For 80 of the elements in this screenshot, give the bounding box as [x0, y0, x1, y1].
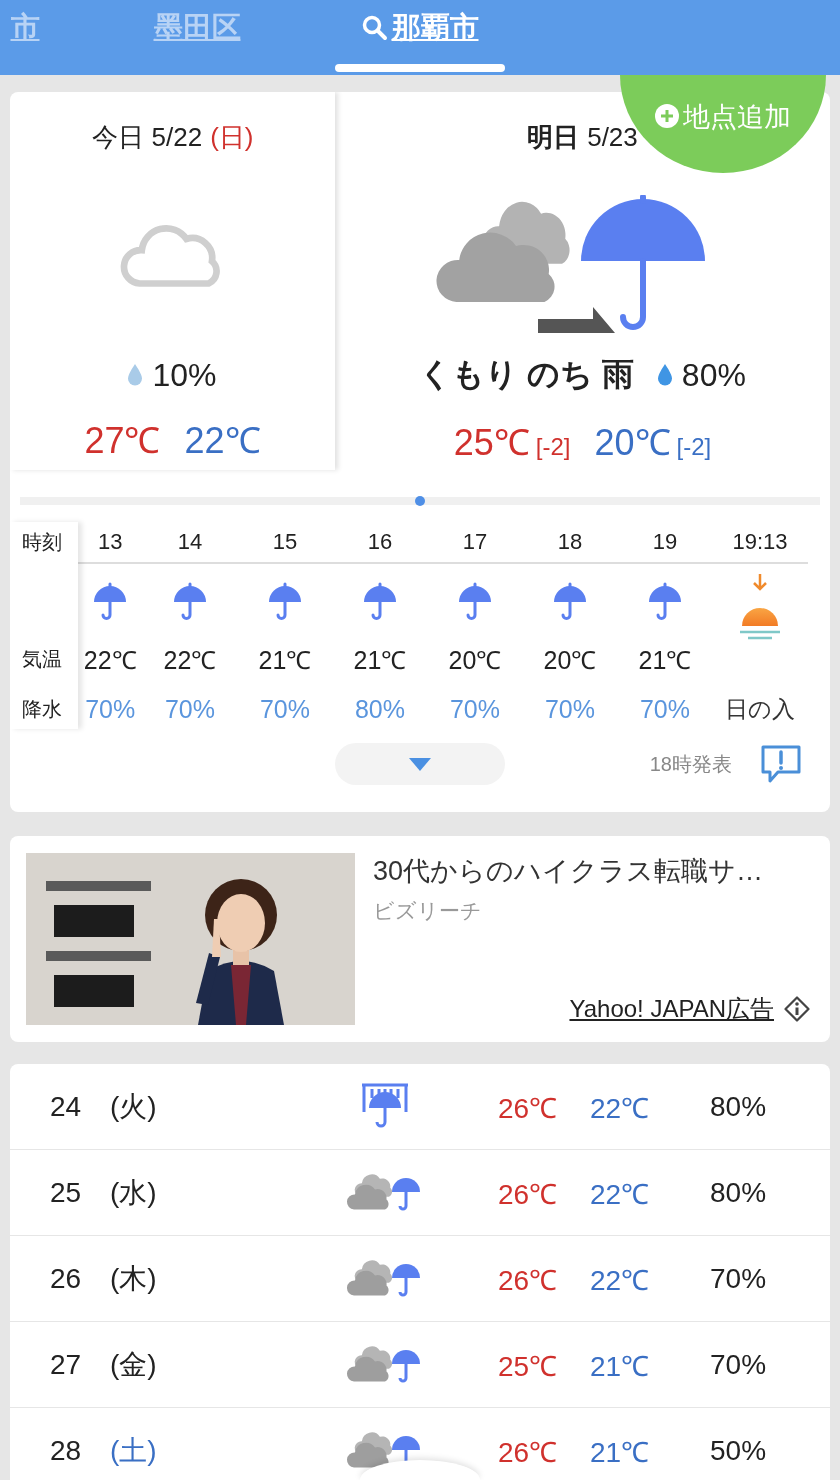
high-temperature: 26℃: [498, 1091, 559, 1126]
expand-button[interactable]: [335, 743, 505, 785]
day-number: 27: [50, 1348, 83, 1381]
hourly-precipitation: 70%: [449, 693, 500, 725]
row-label: 時刻: [22, 529, 63, 555]
low-temperature: 21℃: [590, 1349, 651, 1384]
low-temperature: 22℃: [590, 1263, 651, 1298]
hourly-precipitation: 80%: [354, 693, 405, 725]
high-temperature: 25℃: [453, 421, 530, 465]
day-number: 26: [50, 1262, 83, 1295]
raindrop-icon: [657, 364, 672, 386]
weekday-label: (金): [110, 1347, 158, 1382]
low-temperature: 20℃: [594, 421, 671, 465]
hour-label: 14: [177, 529, 203, 555]
precipitation-chance: 80%: [710, 1090, 768, 1123]
day-number: 25: [50, 1176, 83, 1209]
weekday-label: (日): [210, 120, 254, 154]
hourly-temperature: 21℃: [638, 645, 692, 676]
hour-label: 17: [462, 529, 488, 555]
hourly-temperature: 22℃: [163, 645, 217, 676]
hourly-temperature: 21℃: [353, 645, 407, 676]
low-temperature: 22℃: [590, 1177, 651, 1212]
precipitation-chance: 50%: [710, 1434, 768, 1467]
location-tab[interactable]: 市: [0, 0, 80, 75]
precipitation-chance: 80%: [710, 1176, 768, 1209]
high-temperature: 27℃: [84, 419, 161, 463]
weekday-label: (水): [110, 1175, 158, 1210]
precipitation-chance: 10%: [152, 356, 217, 394]
hour-label: 19: [652, 529, 678, 555]
hourly-precipitation: 70%: [259, 693, 310, 725]
weekday-label: (木): [110, 1261, 158, 1296]
low-temperature: 22℃: [184, 419, 261, 463]
location-tab[interactable]: 墨田区: [80, 0, 314, 75]
day-label: 今日: [91, 120, 144, 154]
plus-icon: [655, 104, 679, 128]
hourly-precipitation: 70%: [544, 693, 595, 725]
high-temperature: 26℃: [498, 1177, 559, 1212]
hourly-precipitation: 70%: [639, 693, 690, 725]
row-label: 降水: [22, 696, 63, 722]
precipitation-chance: 80%: [681, 356, 746, 394]
hour-label: 13: [98, 529, 123, 555]
hourly-temperature: 22℃: [83, 645, 137, 676]
weather-summary: くもり のち 雨: [419, 355, 634, 394]
hour-label: 16: [367, 529, 393, 555]
ad-title[interactable]: 30代からのハイクラス転職サ…: [373, 853, 814, 889]
caret-down-icon: [409, 757, 431, 771]
day-number: 28: [50, 1434, 83, 1467]
hour-label: 15: [272, 529, 298, 555]
page-indicator-dot: [415, 496, 425, 506]
day-number: 24: [50, 1090, 83, 1123]
hourly-precipitation: 70%: [164, 693, 215, 725]
ad-label-link[interactable]: Yahoo! JAPAN広告: [569, 993, 774, 1025]
weekday-label: (土): [110, 1433, 158, 1468]
weekday-label: (火): [110, 1089, 158, 1124]
sunset-label: 日の入: [725, 694, 795, 724]
low-temperature: 22℃: [590, 1091, 651, 1126]
info-icon[interactable]: [784, 996, 810, 1022]
issued-time: 18時発表: [649, 751, 732, 777]
low-temperature: 21℃: [590, 1435, 651, 1470]
temperature-difference: [-2]: [676, 433, 712, 461]
date-label: 5/22: [151, 121, 203, 153]
row-label: 気温: [22, 646, 63, 672]
day-label: 明日: [527, 120, 580, 154]
advertiser-name: ビズリーチ: [373, 898, 483, 924]
hourly-temperature: 20℃: [543, 645, 597, 676]
precipitation-chance: 70%: [710, 1348, 768, 1381]
temperature-difference: [-2]: [535, 433, 571, 461]
raindrop-icon: [128, 364, 143, 386]
location-tab[interactable]: 那覇市: [314, 0, 526, 75]
hourly-temperature: 21℃: [258, 645, 312, 676]
hour-label: 19:13: [732, 529, 788, 555]
high-temperature: 26℃: [498, 1263, 559, 1298]
high-temperature: 26℃: [498, 1435, 559, 1470]
feedback-button[interactable]: [760, 744, 802, 784]
hourly-precipitation: 70%: [85, 693, 136, 725]
hourly-temperature: 20℃: [448, 645, 502, 676]
hour-label: 18: [557, 529, 583, 555]
high-temperature: 25℃: [498, 1349, 559, 1384]
precipitation-chance: 70%: [710, 1262, 768, 1295]
feedback-icon: [760, 744, 802, 784]
